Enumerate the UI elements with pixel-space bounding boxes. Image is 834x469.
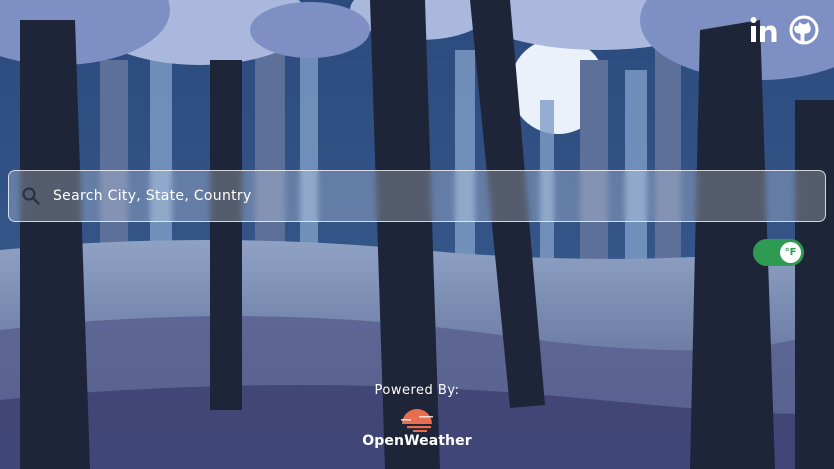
unit-toggle[interactable]: °F bbox=[753, 239, 804, 266]
openweather-logo-icon bbox=[401, 409, 433, 432]
social-links bbox=[748, 14, 820, 46]
linkedin-icon bbox=[750, 17, 777, 42]
openweather-logo-link[interactable]: OpenWeather bbox=[362, 406, 472, 449]
github-icon bbox=[789, 15, 819, 45]
powered-by-section: Powered By: OpenWeather bbox=[0, 383, 834, 449]
search-input[interactable] bbox=[51, 170, 825, 222]
powered-by-label: Powered By: bbox=[374, 383, 460, 398]
search-bar[interactable] bbox=[8, 170, 826, 222]
linkedin-link[interactable] bbox=[748, 14, 780, 46]
search-icon bbox=[22, 187, 40, 205]
openweather-wordmark: OpenWeather bbox=[362, 433, 472, 449]
github-link[interactable] bbox=[788, 14, 820, 46]
unit-toggle-knob: °F bbox=[780, 242, 801, 263]
